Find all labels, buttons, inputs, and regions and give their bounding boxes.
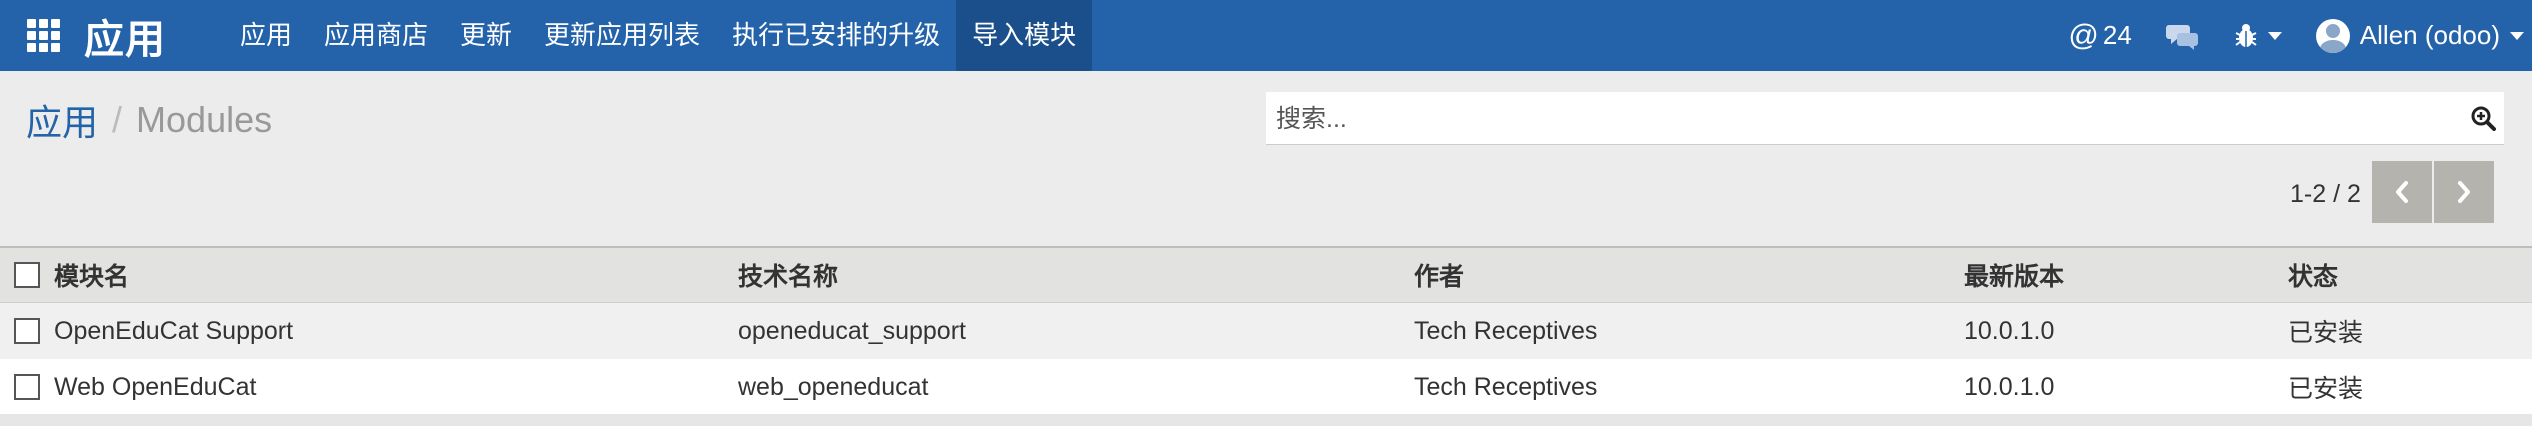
menu-item-scheduled-upgrades[interactable]: 执行已安排的升级 [716, 0, 956, 71]
row-checkbox[interactable] [0, 318, 54, 344]
list-footer-strip [0, 414, 2532, 426]
pager-previous-button[interactable] [2372, 161, 2432, 223]
pager-next-button[interactable] [2434, 161, 2494, 223]
cell-module-name: Web OpenEduCat [54, 372, 257, 401]
breadcrumb: 应用 / Modules [26, 94, 272, 146]
menu-item-apps[interactable]: 应用 [224, 0, 308, 71]
cell-status: 已安装 [2288, 319, 2364, 347]
table-row[interactable]: OpenEduCat Support openeducat_support Te… [0, 303, 2532, 359]
breadcrumb-separator: / [112, 99, 123, 140]
column-header-latest-version[interactable]: 最新版本 [1964, 257, 2288, 293]
mentions-counter[interactable]: @ 24 [2068, 19, 2131, 53]
avatar [2315, 18, 2350, 53]
pager-value[interactable]: 1-2 / 2 [2290, 164, 2361, 224]
chevron-down-icon [2510, 31, 2524, 40]
cell-latest-version: 10.0.1.0 [1964, 372, 2055, 401]
cell-author: Tech Receptives [1414, 372, 1598, 401]
column-header-technical-name[interactable]: 技术名称 [738, 257, 1414, 293]
cell-latest-version: 10.0.1.0 [1964, 316, 2055, 345]
breadcrumb-current: Modules [136, 99, 273, 140]
chevron-left-icon [2396, 181, 2408, 203]
column-header-module-name[interactable]: 模块名 [54, 257, 738, 293]
top-navbar: 应用 应用 应用商店 更新 更新应用列表 执行已安排的升级 导入模块 @ 24 [0, 0, 2532, 71]
at-icon: @ [2068, 18, 2099, 52]
navbar-systray: @ 24 Allen (odoo) [2034, 0, 2532, 71]
menu-item-updates[interactable]: 更新 [444, 0, 528, 71]
chevron-right-icon [2458, 181, 2470, 203]
user-menu[interactable]: Allen (odoo) [2315, 18, 2532, 53]
select-all-checkbox[interactable] [0, 262, 54, 288]
chevron-down-icon [2267, 31, 2282, 40]
column-header-status[interactable]: 状态 [2288, 257, 2528, 293]
apps-grid-icon[interactable] [26, 19, 60, 53]
search-box [1266, 92, 2504, 146]
cell-technical-name: web_openeducat [738, 372, 929, 401]
menu-item-app-store[interactable]: 应用商店 [308, 0, 444, 71]
main-menu: 应用 应用商店 更新 更新应用列表 执行已安排的升级 导入模块 [224, 0, 1093, 71]
modules-list-table: 模块名 技术名称 作者 最新版本 状态 OpenEduCat Support o… [0, 246, 2532, 415]
menu-item-update-app-list[interactable]: 更新应用列表 [528, 0, 716, 71]
chat-icon [2165, 24, 2198, 50]
bug-icon [2235, 23, 2257, 47]
row-checkbox[interactable] [0, 374, 54, 400]
breadcrumb-parent-link[interactable]: 应用 [26, 94, 98, 146]
table-header-row: 模块名 技术名称 作者 最新版本 状态 [0, 246, 2532, 303]
debug-menu[interactable] [2234, 23, 2282, 49]
chat-button[interactable] [2165, 22, 2200, 50]
table-row[interactable]: Web OpenEduCat web_openeducat Tech Recep… [0, 359, 2532, 415]
menu-item-import-module[interactable]: 导入模块 [956, 0, 1093, 71]
mention-count: 24 [2102, 20, 2132, 50]
cell-status: 已安装 [2288, 375, 2364, 403]
search-input[interactable] [1274, 92, 2438, 146]
user-name: Allen (odoo) [2359, 20, 2500, 50]
app-brand-title: 应用 [84, 17, 166, 62]
pager-buttons [2372, 161, 2494, 223]
cell-author: Tech Receptives [1414, 316, 1598, 345]
cell-module-name: OpenEduCat Support [54, 316, 294, 345]
cell-technical-name: openeducat_support [738, 316, 966, 345]
column-header-author[interactable]: 作者 [1414, 257, 1964, 293]
search-icon[interactable] [2470, 105, 2496, 131]
